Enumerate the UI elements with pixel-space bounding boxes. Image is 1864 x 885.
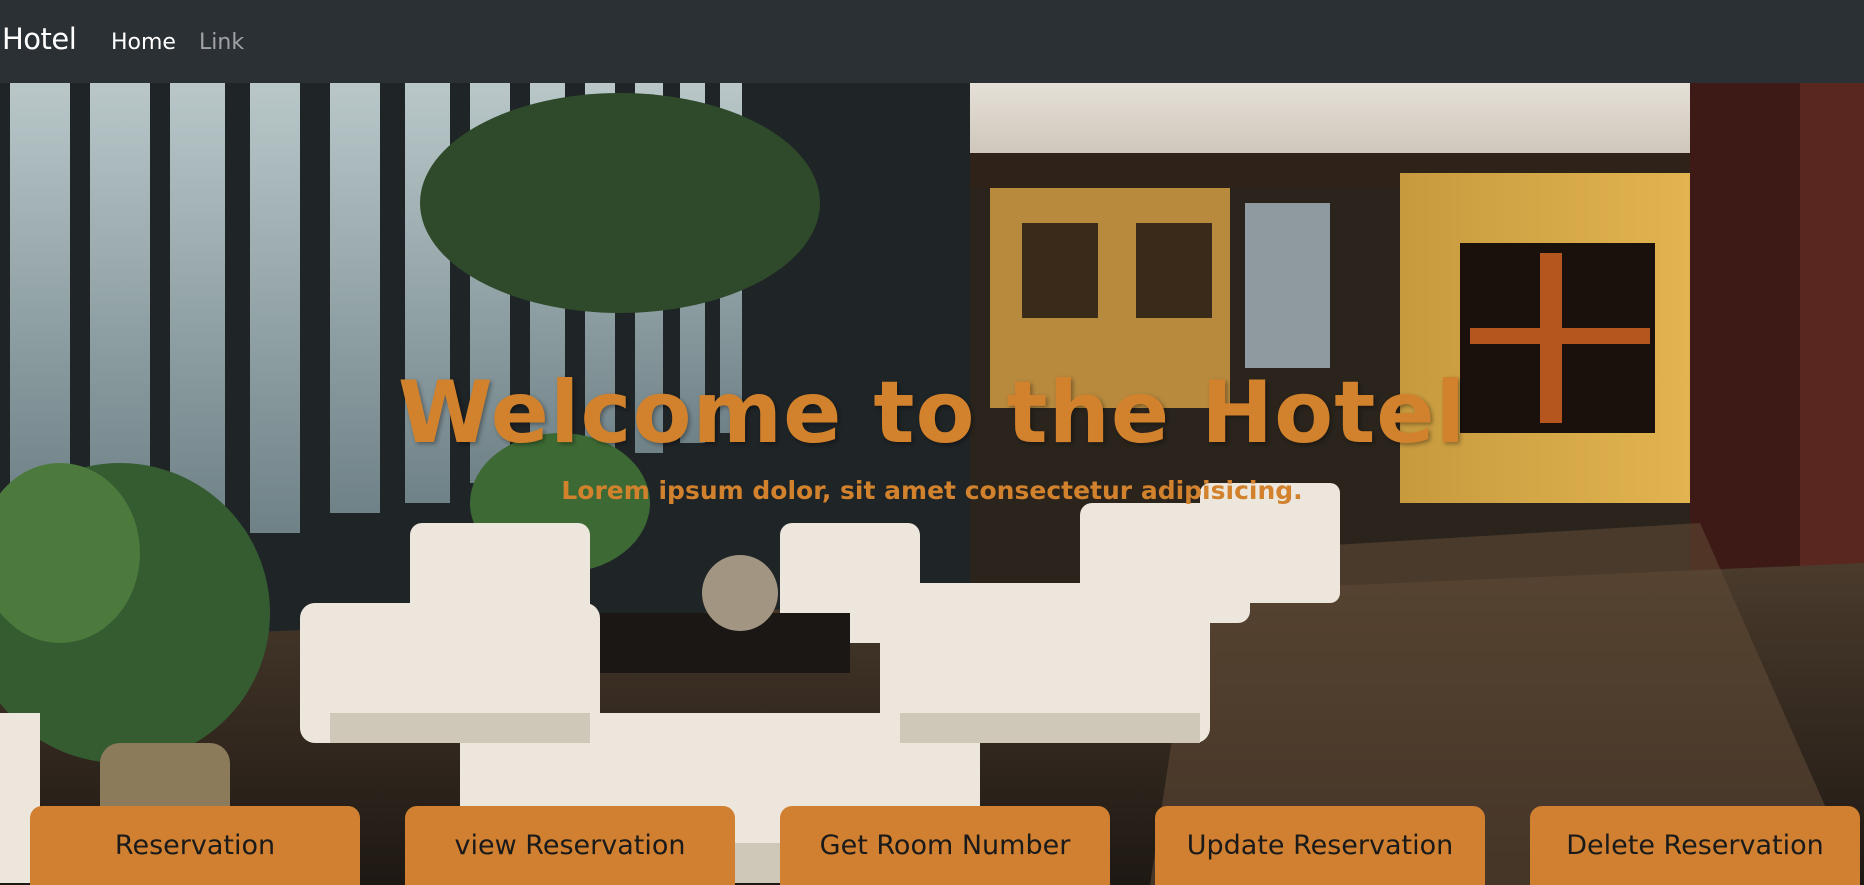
hero-section: Welcome to the Hotel Lorem ipsum dolor, … [0,83,1864,885]
nav-link-link[interactable]: Link [199,30,244,55]
delete-reservation-button[interactable]: Delete Reservation [1530,806,1860,885]
get-room-number-button[interactable]: Get Room Number [780,806,1110,885]
top-navbar: Hotel Home Link [0,0,1864,83]
hero-subtitle: Lorem ipsum dolor, sit amet consectetur … [561,476,1303,505]
brand-logo[interactable]: Hotel [2,22,77,56]
update-reservation-button[interactable]: Update Reservation [1155,806,1485,885]
view-reservation-button[interactable]: view Reservation [405,806,735,885]
nav-link-home[interactable]: Home [111,30,176,55]
reservation-button[interactable]: Reservation [30,806,360,885]
hero-title: Welcome to the Hotel [397,363,1467,463]
